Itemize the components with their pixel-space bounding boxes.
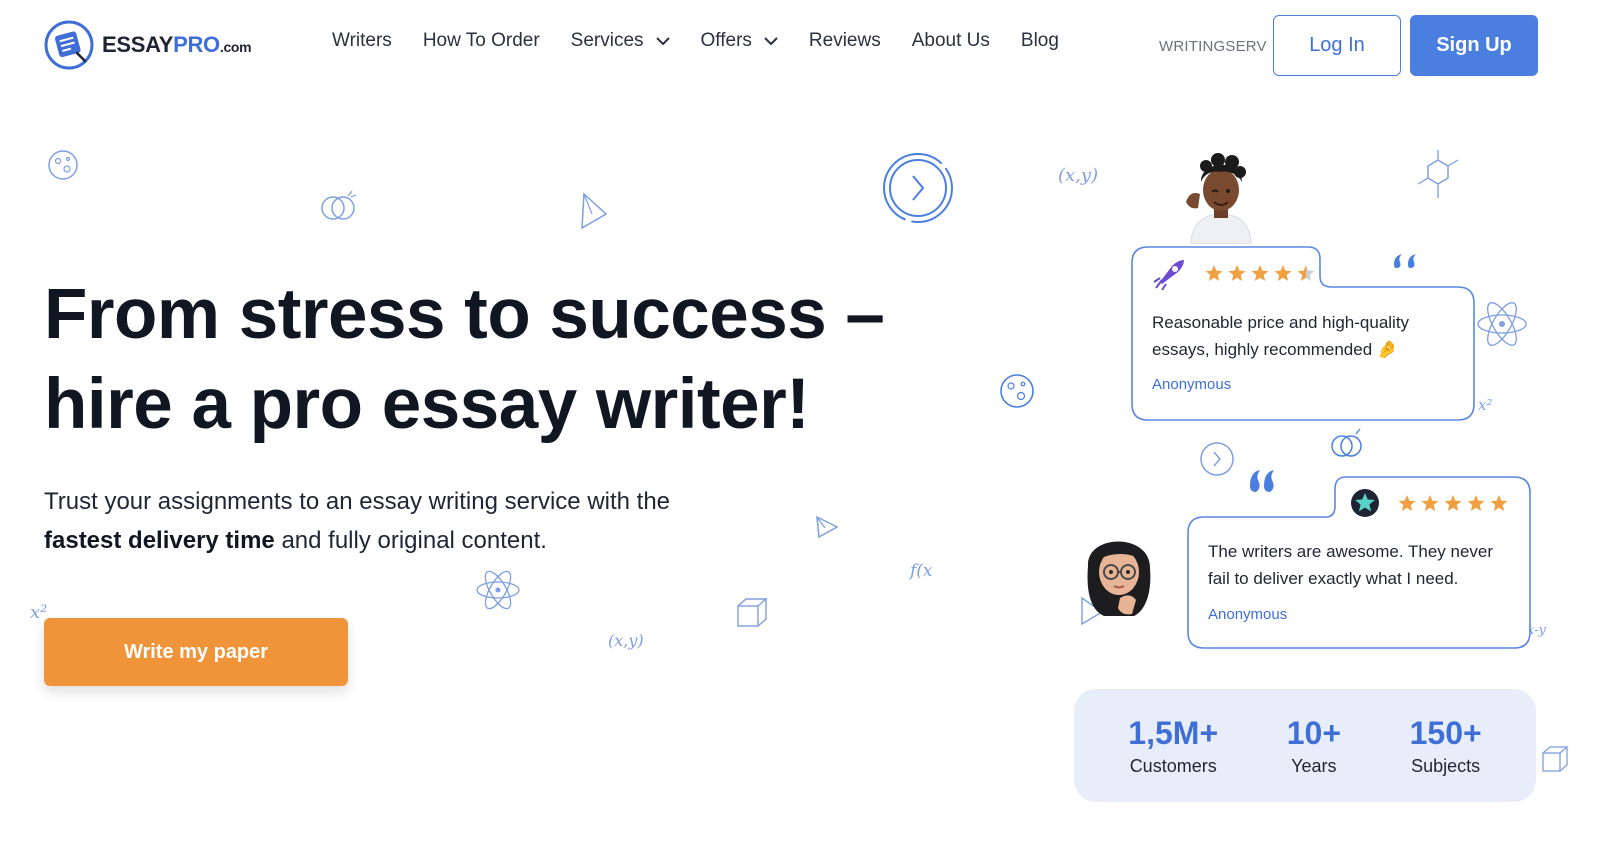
stat-label: Subjects [1411, 756, 1481, 776]
quote-icon [1390, 238, 1424, 272]
review-card: The writers are awesome. They never fail… [1186, 476, 1532, 650]
planet-doodle-icon [998, 372, 1036, 410]
chevron-down-icon [764, 37, 778, 46]
login-button[interactable]: Log In [1273, 15, 1401, 76]
hero-title-line2: hire a pro essay writer! [44, 365, 810, 444]
female-avatar [1076, 526, 1162, 622]
clock-doodle-icon [880, 150, 956, 226]
cube-doodle-icon [1540, 744, 1570, 776]
nav-item-how-to-order[interactable]: How To Order [423, 30, 540, 52]
nav-label: Offers [700, 30, 752, 51]
triangle-doodle-icon [814, 514, 840, 540]
nav-item-reviews[interactable]: Reviews [809, 30, 881, 52]
hero-title: From stress to success – hire a pro essa… [44, 270, 885, 450]
xy-doodle-icon: (x,y) [606, 622, 652, 656]
x-squared-doodle-icon: x² [1476, 390, 1506, 416]
svg-text:x²: x² [1478, 396, 1492, 414]
male-avatar [1176, 152, 1266, 244]
site-header: ESSAYPRO.com Writers How To Order Servic… [0, 0, 1616, 92]
nav-item-offers[interactable]: Offers [701, 30, 778, 52]
star-icon [1398, 495, 1416, 511]
stat-label: Years [1291, 756, 1337, 776]
chevron-down-icon [655, 37, 670, 46]
stat-value: 1,5M+ [1128, 715, 1219, 751]
nav-item-blog[interactable]: Blog [1021, 30, 1059, 52]
nav-item-about-us[interactable]: About Us [912, 30, 990, 52]
star-icon [1228, 265, 1246, 281]
svg-text:x²: x² [30, 602, 47, 623]
hero-subtitle-part2: and fully original content. [281, 527, 547, 554]
fx-doodle-icon: f(x [908, 554, 938, 584]
atom-doodle-icon [474, 566, 522, 614]
atom-doodle-icon [1474, 296, 1530, 352]
nav-label: Services [570, 30, 644, 51]
molecule-doodle-icon [1410, 146, 1466, 206]
star-badge-icon [1351, 489, 1379, 517]
signup-button[interactable]: Sign Up [1410, 15, 1538, 76]
stats-panel: 1,5M+ Customers 10+ Years 150+ Subjects [1074, 689, 1536, 802]
logo-com: .com [219, 39, 252, 55]
venn-doodle-icon [318, 188, 362, 224]
svg-text:(x,y): (x,y) [608, 631, 644, 650]
stat-years: 10+ Years [1287, 714, 1341, 777]
triangle-doodle-icon [578, 192, 612, 232]
nav-label: How To Order [422, 30, 540, 51]
stat-value: 150+ [1409, 715, 1482, 751]
venn-doodle-icon [1328, 426, 1368, 460]
review-text: Reasonable price and high-quality essays… [1152, 313, 1410, 359]
star-icon [1297, 265, 1315, 281]
stat-label: Customers [1129, 756, 1217, 776]
svg-text:f(x: f(x [908, 561, 933, 581]
planet-doodle-icon [46, 148, 80, 182]
hero-title-line1: From stress to success – [44, 275, 885, 354]
x-squared-doodle-icon: x² [28, 594, 58, 624]
star-icon [1421, 495, 1439, 511]
review-stars [1398, 494, 1513, 512]
logo-pro: PRO [173, 32, 220, 57]
cube-doodle-icon [734, 596, 770, 632]
review-author: Anonymous [1208, 606, 1288, 623]
promo-code: WRITINGSERV [1159, 38, 1267, 55]
star-icon [1251, 265, 1269, 281]
stat-value: 10+ [1286, 715, 1341, 751]
main-nav: Writers How To Order Services Offers Rev… [332, 30, 1090, 52]
star-icon [1205, 265, 1223, 281]
review-stars [1205, 264, 1320, 282]
stat-customers: 1,5M+ Customers [1128, 714, 1218, 777]
nav-item-services[interactable]: Services [571, 30, 670, 52]
hero-subtitle-part1: Trust your assignments to an essay writi… [44, 488, 671, 515]
svg-text:(x,y): (x,y) [1058, 165, 1098, 186]
nav-label: Writers [332, 30, 392, 51]
review-author: Anonymous [1152, 376, 1232, 393]
nav-label: Blog [1020, 30, 1059, 51]
hero-subtitle-bold: fastest delivery time [44, 527, 275, 554]
nav-label: Reviews [808, 30, 881, 51]
star-icon [1490, 495, 1508, 511]
logo-essay: ESSAY [102, 32, 174, 57]
logo-mark-icon [44, 20, 94, 70]
review-card: Reasonable price and high-quality essays… [1130, 246, 1476, 422]
xy-doodle-icon: (x,y) [1056, 155, 1106, 191]
essaypro-logo[interactable]: ESSAYPRO.com [44, 20, 252, 70]
clock-small-doodle-icon [1198, 440, 1236, 478]
star-icon [1467, 495, 1485, 511]
star-icon [1274, 265, 1292, 281]
nav-label: About Us [911, 30, 990, 51]
star-icon [1444, 495, 1462, 511]
logo-wordmark: ESSAYPRO.com [102, 32, 252, 58]
rocket-icon [1153, 260, 1184, 290]
hero-subtitle: Trust your assignments to an essay writi… [44, 482, 764, 560]
write-my-paper-button[interactable]: Write my paper [44, 618, 348, 686]
stat-subjects: 150+ Subjects [1410, 714, 1482, 777]
review-text: The writers are awesome. They never fail… [1208, 542, 1494, 588]
nav-item-writers[interactable]: Writers [332, 30, 392, 52]
